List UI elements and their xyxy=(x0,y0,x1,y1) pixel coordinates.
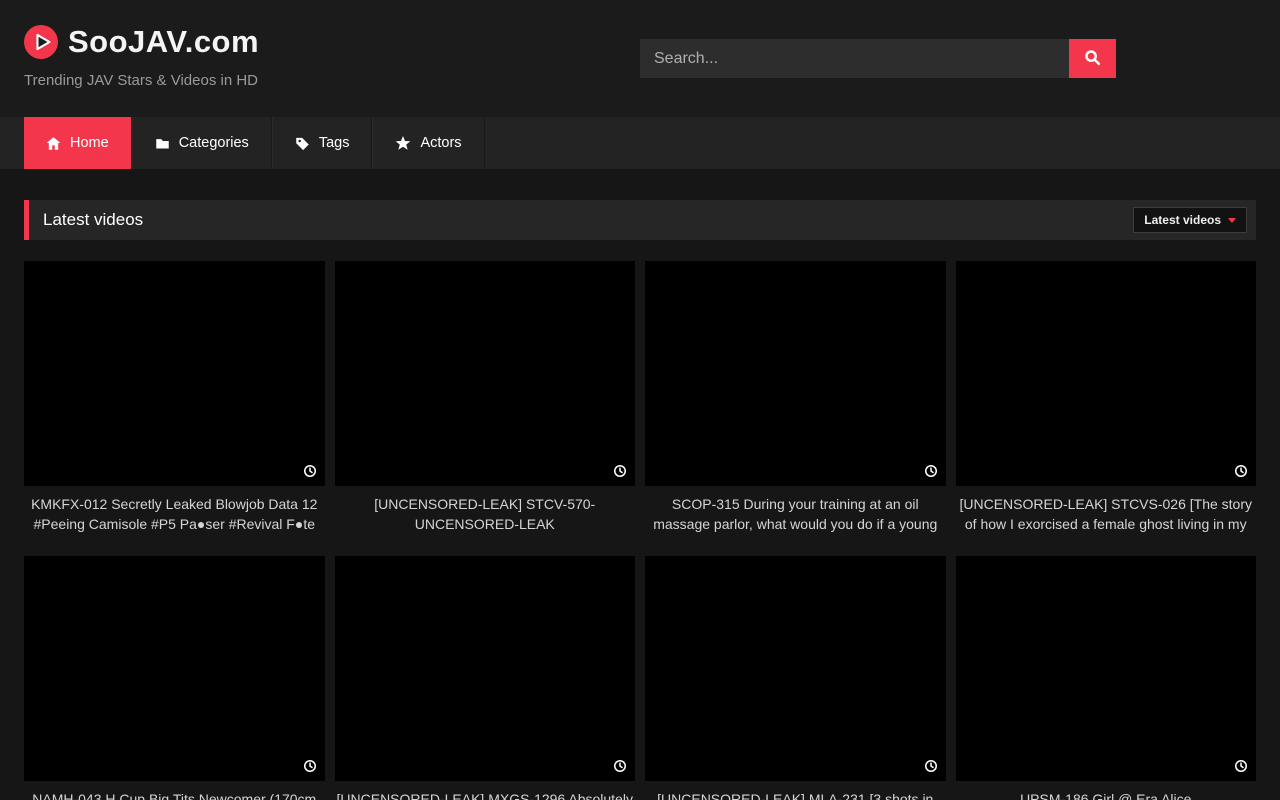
site-header: SooJAV.com Trending JAV Stars & Videos i… xyxy=(0,0,1280,117)
play-logo-icon xyxy=(24,25,58,59)
home-icon xyxy=(46,136,61,151)
video-title[interactable]: [UNCENSORED-LEAK] STCV-570-UNCENSORED-LE… xyxy=(337,494,634,534)
clock-icon xyxy=(613,759,627,773)
video-title[interactable]: [UNCENSORED-LEAK] STCVS-026 [The story o… xyxy=(958,494,1255,534)
video-card[interactable]: [UNCENSORED-LEAK] MLA-231 [3 shots in xyxy=(645,556,946,800)
nav-label: Actors xyxy=(420,135,461,151)
video-card[interactable]: [UNCENSORED-LEAK] STCVS-026 [The story o… xyxy=(956,261,1257,534)
clock-icon xyxy=(924,464,938,478)
tag-icon xyxy=(295,136,310,151)
video-card[interactable]: NAMH-043 H Cup Big Tits Newcomer (170cm … xyxy=(24,556,325,800)
clock-icon xyxy=(303,759,317,773)
video-thumbnail[interactable] xyxy=(645,261,946,486)
video-title[interactable]: NAMH-043 H Cup Big Tits Newcomer (170cm … xyxy=(26,789,323,800)
video-thumbnail[interactable] xyxy=(24,556,325,781)
video-title[interactable]: SCOP-315 During your training at an oil … xyxy=(647,494,944,534)
section-title: Latest videos xyxy=(43,210,143,230)
video-card[interactable]: [UNCENSORED-LEAK] MXGS-1296 Absolutely xyxy=(335,556,636,800)
nav-item-categories[interactable]: Categories xyxy=(132,117,272,169)
clock-icon xyxy=(924,759,938,773)
search-input[interactable] xyxy=(640,39,1069,78)
sort-dropdown-label: Latest videos xyxy=(1144,213,1221,227)
video-grid: KMKFX-012 Secretly Leaked Blowjob Data 1… xyxy=(24,261,1256,800)
site-tagline: Trending JAV Stars & Videos in HD xyxy=(24,72,259,89)
video-thumbnail[interactable] xyxy=(24,261,325,486)
video-thumbnail[interactable] xyxy=(956,556,1257,781)
main-content: Latest videos Latest videos KMKFX-012 Se… xyxy=(24,169,1256,800)
search-icon xyxy=(1084,49,1101,69)
video-card[interactable]: SCOP-315 During your training at an oil … xyxy=(645,261,946,534)
video-title[interactable]: UPSM-186 Girl @ Era Alice xyxy=(958,789,1255,800)
nav-label: Home xyxy=(70,135,109,151)
clock-icon xyxy=(1234,759,1248,773)
video-card[interactable]: UPSM-186 Girl @ Era Alice xyxy=(956,556,1257,800)
brand-block: SooJAV.com Trending JAV Stars & Videos i… xyxy=(24,24,259,89)
video-title[interactable]: [UNCENSORED-LEAK] MXGS-1296 Absolutely xyxy=(337,789,634,800)
chevron-down-icon xyxy=(1228,218,1236,223)
nav-label: Categories xyxy=(179,135,249,151)
search-form xyxy=(640,39,1116,78)
nav-item-home[interactable]: Home xyxy=(24,117,132,169)
sort-dropdown[interactable]: Latest videos xyxy=(1133,207,1247,233)
nav-item-tags[interactable]: Tags xyxy=(272,117,373,169)
section-header: Latest videos Latest videos xyxy=(24,200,1256,240)
star-icon xyxy=(395,135,411,151)
video-thumbnail[interactable] xyxy=(335,556,636,781)
clock-icon xyxy=(1234,464,1248,478)
video-title[interactable]: KMKFX-012 Secretly Leaked Blowjob Data 1… xyxy=(26,494,323,534)
video-card[interactable]: KMKFX-012 Secretly Leaked Blowjob Data 1… xyxy=(24,261,325,534)
video-thumbnail[interactable] xyxy=(645,556,946,781)
video-thumbnail[interactable] xyxy=(335,261,636,486)
nav-item-actors[interactable]: Actors xyxy=(372,117,484,169)
clock-icon xyxy=(613,464,627,478)
video-thumbnail[interactable] xyxy=(956,261,1257,486)
search-button[interactable] xyxy=(1069,39,1116,78)
video-card[interactable]: [UNCENSORED-LEAK] STCV-570-UNCENSORED-LE… xyxy=(335,261,636,534)
nav-label: Tags xyxy=(319,135,350,151)
video-title[interactable]: [UNCENSORED-LEAK] MLA-231 [3 shots in xyxy=(647,789,944,800)
clock-icon xyxy=(303,464,317,478)
folder-icon xyxy=(155,136,170,151)
site-title[interactable]: SooJAV.com xyxy=(68,24,259,60)
main-nav: Home Categories Tags xyxy=(0,117,1280,169)
